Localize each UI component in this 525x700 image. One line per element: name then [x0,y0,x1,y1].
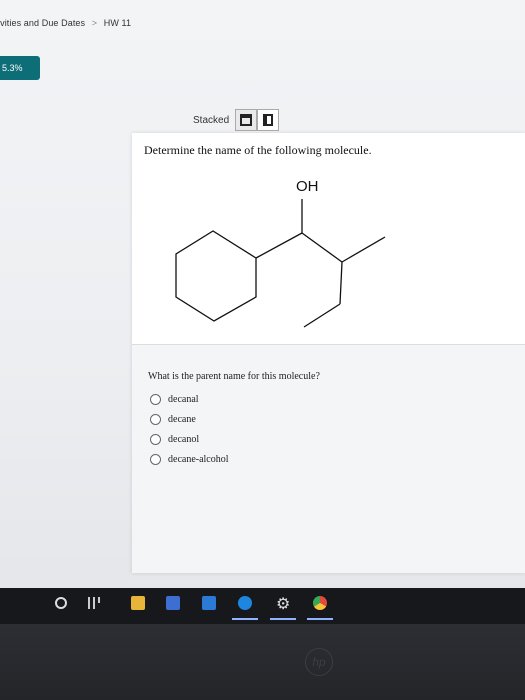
active-app-indicator [307,618,333,620]
chrome-icon[interactable] [313,596,327,610]
option-label: decanal [168,393,199,405]
active-app-indicator [270,618,296,620]
file-explorer-icon[interactable] [131,596,145,610]
mail-icon[interactable] [202,596,216,610]
split-view-button[interactable] [257,109,280,131]
option-label: decane [168,413,196,425]
option-decanol[interactable]: decanol [150,429,229,449]
radio-button[interactable] [150,433,161,445]
hydroxyl-label: OH [296,178,319,195]
radio-button[interactable] [150,413,161,425]
option-label: decane-alcohol [168,453,229,465]
question-card: Determine the name of the following mole… [132,133,525,573]
answer-options: decanal decane decanol decane-alcohol [150,389,229,469]
radio-button[interactable] [150,453,161,465]
breadcrumb-parent-link[interactable]: ivities and Due Dates [0,18,85,28]
start-circle-icon[interactable] [55,597,67,609]
store-icon[interactable] [166,596,180,610]
laptop-bezel [0,624,525,700]
molecule-structure: OH [175,178,386,328]
skeletal-bonds [175,199,386,328]
option-decane-alcohol[interactable]: decane-alcohol [150,449,229,469]
stacked-layout-icon [240,114,253,126]
breadcrumb: ivities and Due Dates > HW 11 [0,18,131,28]
active-app-indicator [232,618,258,620]
hp-logo-icon: hp [305,648,333,676]
split-layout-icon [263,114,274,126]
view-toggle: Stacked [193,108,280,132]
stacked-view-button[interactable] [235,109,258,131]
option-decane[interactable]: decane [150,409,229,429]
task-view-icon[interactable] [88,597,102,609]
sub-question-prompt: What is the parent name for this molecul… [148,371,320,382]
windows-taskbar: ⚙ [0,588,525,624]
option-decanal[interactable]: decanal [150,389,229,409]
breadcrumb-separator: > [91,18,98,28]
edge-icon[interactable] [238,596,252,610]
breadcrumb-current: HW 11 [103,18,132,28]
option-label: decanol [168,433,200,445]
view-toggle-label: Stacked [193,114,230,126]
progress-badge: 5.3% [0,56,40,80]
browser-viewport: ivities and Due Dates > HW 11 5.3% Stack… [0,0,525,598]
radio-button[interactable] [150,393,161,405]
question-prompt: Determine the name of the following mole… [144,143,372,157]
settings-gear-icon[interactable]: ⚙ [276,594,290,614]
